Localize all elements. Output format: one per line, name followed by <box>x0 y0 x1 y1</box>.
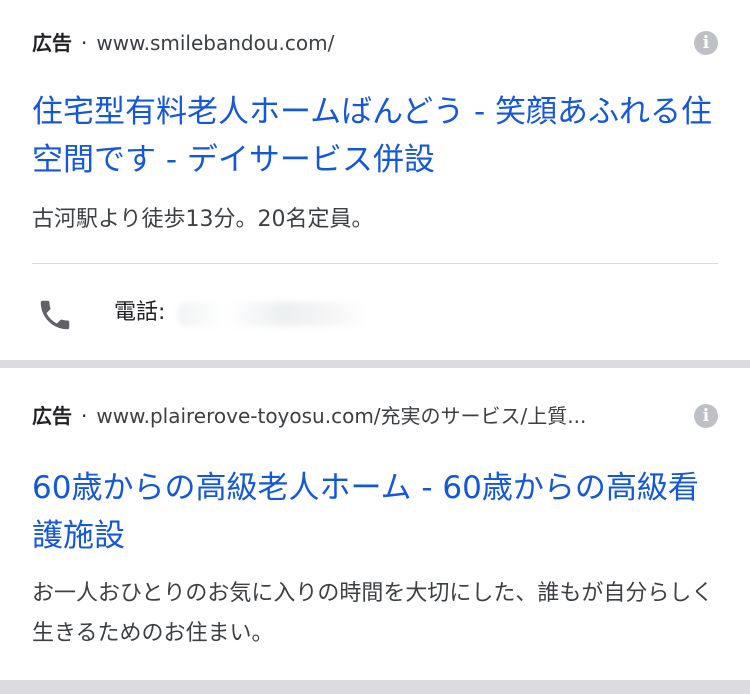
meta-separator: · <box>81 31 88 55</box>
call-extension[interactable]: 電話: <box>32 286 718 340</box>
ad-meta-line: 広告 · www.smilebandou.com/ <box>32 30 680 56</box>
info-icon[interactable]: i <box>694 31 718 55</box>
ad-title-link[interactable]: 60歳からの高級老人ホーム - 60歳からの高級看護施設 <box>32 464 722 560</box>
divider <box>32 263 718 264</box>
ad-title-link[interactable]: 住宅型有料老人ホームばんどう - 笑顔あふれる住空間です - デイサービス併設 <box>32 88 722 184</box>
redacted-phone-number <box>178 302 368 326</box>
ad-display-url[interactable]: www.plairerove-toyosu.com/充実のサービス/上質... <box>96 404 586 428</box>
info-icon[interactable]: i <box>694 404 718 428</box>
ad-result-2: 広告 · www.plairerove-toyosu.com/充実のサービス/上質.… <box>0 368 750 680</box>
phone-label: 電話: <box>114 300 166 325</box>
phone-icon <box>40 300 70 330</box>
meta-separator: · <box>81 404 88 428</box>
ad-result-1: 広告 · www.smilebandou.com/ i 住宅型有料老人ホームばんどう… <box>0 0 750 360</box>
ad-display-url[interactable]: www.smilebandou.com/ <box>96 31 334 55</box>
ad-label: 広告 <box>32 404 72 428</box>
ad-meta-line: 広告 · www.plairerove-toyosu.com/充実のサービス/上質.… <box>32 403 680 429</box>
ad-description: 古河駅より徒歩13分。20名定員。 <box>32 207 374 232</box>
ad-description: お一人おひとりのお気に入りの時間を大切にした、誰もが自分らしく生きるためのお住ま… <box>32 581 714 646</box>
ad-label: 広告 <box>32 31 72 55</box>
